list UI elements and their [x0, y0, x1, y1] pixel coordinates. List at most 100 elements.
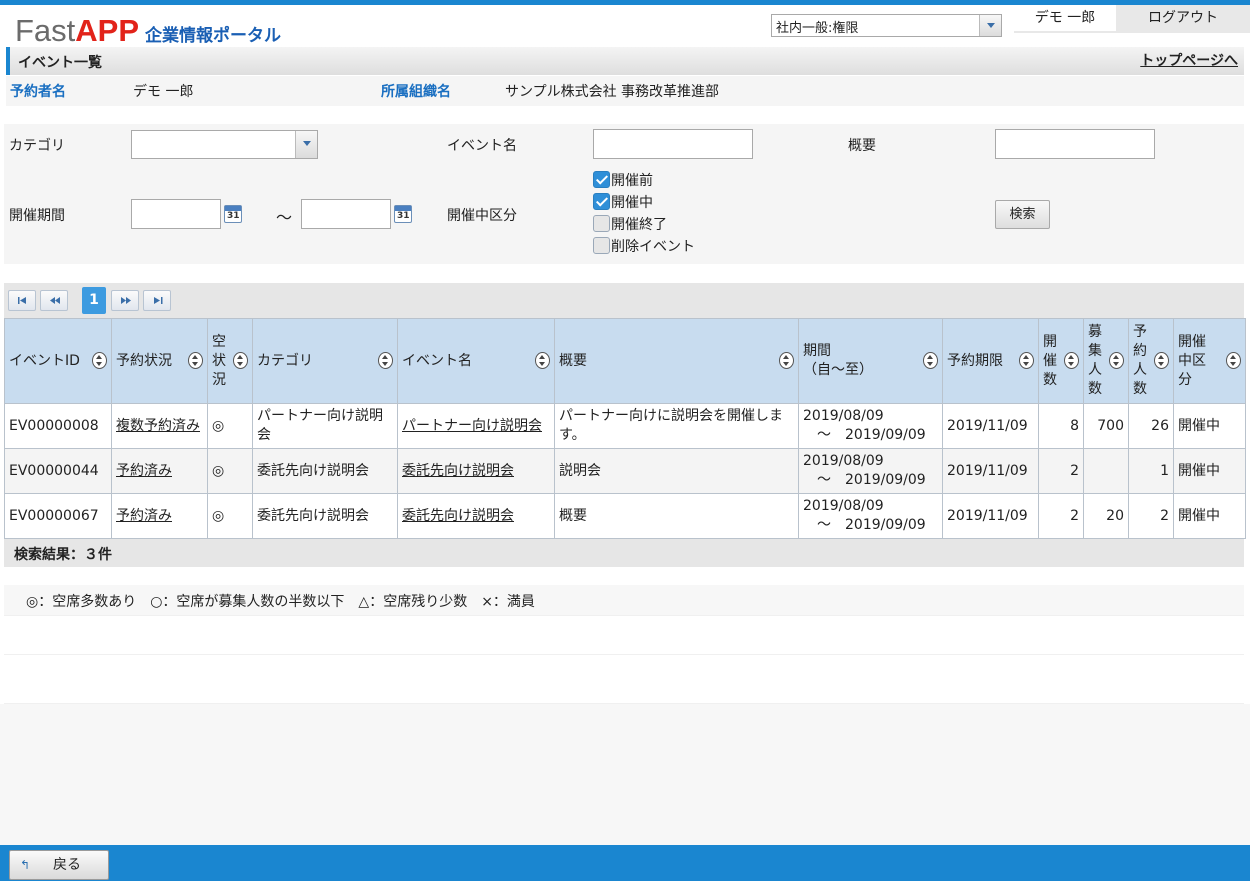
col-capacity[interactable]: 募 集 人 数 — [1083, 318, 1129, 404]
role-select[interactable]: 社内一般:権限 — [771, 14, 1002, 37]
cell-period: 2019/08/09 ～ 2019/09/09 — [798, 493, 943, 539]
page-number-current[interactable]: 1 — [82, 287, 106, 314]
back-button[interactable]: ↰ 戻る — [9, 850, 109, 880]
col-label: 予約期限 — [947, 352, 1003, 369]
event-name-input[interactable] — [593, 129, 753, 159]
logout-button[interactable]: ログアウト — [1116, 5, 1250, 33]
col-event-name[interactable]: イベント名 — [397, 318, 555, 404]
period-to-input[interactable] — [301, 199, 391, 229]
back-button-label: 戻る — [53, 857, 81, 873]
cell-capacity: 700 — [1083, 403, 1129, 449]
col-label: 予約状況 — [116, 352, 172, 369]
cell-deadline: 2019/11/09 — [942, 403, 1039, 449]
cell-vacancy: ◎ — [207, 403, 253, 449]
cell-event-name: パートナー向け説明会 — [397, 403, 555, 449]
sort-icon[interactable] — [923, 352, 938, 369]
cell-category: パートナー向け説明会 — [252, 403, 398, 449]
event-name-link[interactable]: 委託先向け説明会 — [402, 463, 514, 479]
cell-reserved: 1 — [1128, 448, 1174, 494]
cell-capacity: 20 — [1083, 493, 1129, 539]
event-name-link[interactable]: 委託先向け説明会 — [402, 508, 514, 524]
calendar-day: 31 — [397, 211, 410, 221]
sort-icon[interactable] — [1226, 352, 1241, 369]
reserve-status-link[interactable]: 複数予約済み — [116, 418, 200, 434]
cell-reserved: 26 — [1128, 403, 1174, 449]
col-summary[interactable]: 概要 — [554, 318, 799, 404]
empty-area — [4, 654, 1244, 704]
sort-icon[interactable] — [1109, 352, 1124, 369]
col-category[interactable]: カテゴリ — [252, 318, 398, 404]
calendar-icon[interactable]: 31 — [394, 205, 412, 223]
col-status[interactable]: 開催 中区 分 — [1173, 318, 1246, 404]
role-select-dropdown-button[interactable] — [979, 15, 1001, 36]
cell-count: 2 — [1038, 448, 1084, 494]
period-to: ～ 2019/09/09 — [817, 517, 926, 533]
prev-page-button[interactable] — [40, 290, 68, 311]
sort-icon[interactable] — [92, 352, 107, 369]
cell-category: 委託先向け説明会 — [252, 493, 398, 539]
cell-vacancy: ◎ — [207, 448, 253, 494]
prev-page-icon — [50, 297, 60, 304]
col-vacancy[interactable]: 空 状 況 — [207, 318, 253, 404]
cell-period: 2019/08/09 ～ 2019/09/09 — [798, 403, 943, 449]
col-label: 期間 （自～至） — [803, 343, 873, 378]
category-select[interactable] — [131, 130, 318, 159]
col-period[interactable]: 期間 （自～至） — [798, 318, 943, 404]
first-page-icon — [18, 297, 26, 304]
cell-count: 8 — [1038, 403, 1084, 449]
status-checkbox-ongoing[interactable] — [593, 193, 610, 210]
cell-deadline: 2019/11/09 — [942, 448, 1039, 494]
reserve-status-link[interactable]: 予約済み — [116, 463, 172, 479]
col-event-id[interactable]: イベントID — [4, 318, 112, 404]
search-button[interactable]: 検索 — [995, 200, 1050, 229]
period-from: 2019/08/09 — [803, 498, 884, 514]
col-reserved[interactable]: 予 約 人 数 — [1128, 318, 1174, 404]
cell-reserve-status: 予約済み — [111, 448, 208, 494]
reserver-label: 予約者名 — [10, 84, 66, 100]
summary-label: 概要 — [848, 138, 876, 154]
summary-input[interactable] — [995, 129, 1155, 159]
empty-area — [4, 615, 1244, 635]
sort-icon[interactable] — [779, 352, 794, 369]
sort-icon[interactable] — [1064, 352, 1079, 369]
next-page-button[interactable] — [111, 290, 139, 311]
reserve-status-link[interactable]: 予約済み — [116, 508, 172, 524]
col-count[interactable]: 開 催 数 — [1038, 318, 1084, 404]
period-from-input[interactable] — [131, 199, 221, 229]
event-name-link[interactable]: パートナー向け説明会 — [402, 418, 542, 434]
reserver-value: デモ 一郎 — [133, 84, 194, 100]
col-label: カテゴリ — [257, 352, 313, 369]
chevron-down-icon — [987, 23, 995, 28]
cell-reserve-status: 複数予約済み — [111, 403, 208, 449]
cell-reserve-status: 予約済み — [111, 493, 208, 539]
org-label: 所属組織名 — [381, 84, 451, 100]
category-dropdown-button[interactable] — [295, 131, 317, 158]
user-name: デモ 一郎 — [1014, 5, 1116, 33]
status-option-label: 削除イベント — [611, 239, 695, 255]
sort-icon[interactable] — [1154, 352, 1169, 369]
status-checkbox-deleted[interactable] — [593, 237, 610, 254]
cell-count: 2 — [1038, 493, 1084, 539]
footer-bar: ↰ 戻る — [0, 845, 1250, 881]
sort-icon[interactable] — [233, 352, 248, 369]
top-page-link[interactable]: トップページへ — [1140, 50, 1238, 70]
sort-icon[interactable] — [535, 352, 550, 369]
period-separator: ～ — [276, 208, 293, 227]
col-deadline[interactable]: 予約期限 — [942, 318, 1039, 404]
calendar-icon[interactable]: 31 — [224, 205, 242, 223]
status-checkbox-before[interactable] — [593, 171, 610, 188]
cell-vacancy: ◎ — [207, 493, 253, 539]
status-checkbox-ended[interactable] — [593, 215, 610, 232]
period-from: 2019/08/09 — [803, 408, 884, 424]
sort-icon[interactable] — [188, 352, 203, 369]
back-arrow-icon: ↰ — [20, 858, 31, 872]
cell-event-name: 委託先向け説明会 — [397, 448, 555, 494]
cell-event-id: EV00000067 — [4, 493, 112, 539]
col-reserve-status[interactable]: 予約状況 — [111, 318, 208, 404]
sort-icon[interactable] — [1019, 352, 1034, 369]
status-option-label: 開催前 — [611, 173, 653, 189]
first-page-button[interactable] — [8, 290, 36, 311]
sort-icon[interactable] — [378, 352, 393, 369]
period-label: 開催期間 — [9, 208, 65, 224]
last-page-button[interactable] — [143, 290, 171, 311]
